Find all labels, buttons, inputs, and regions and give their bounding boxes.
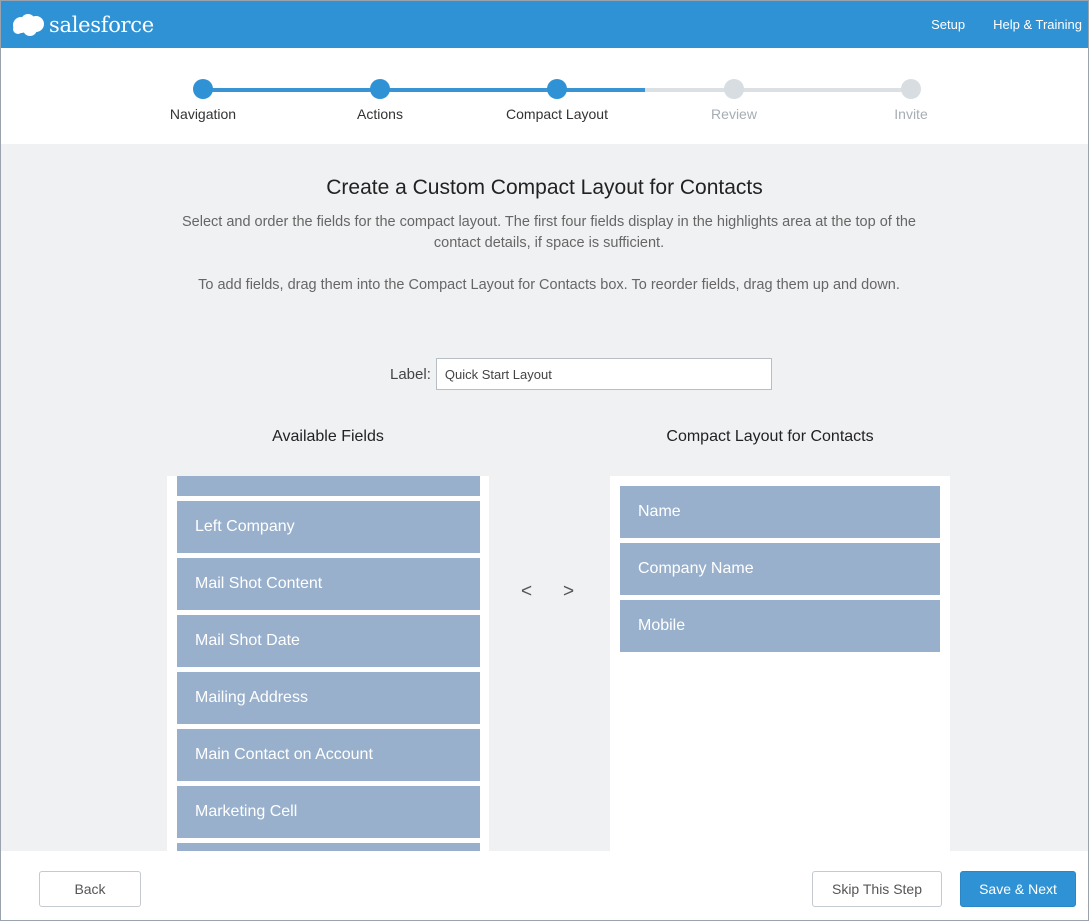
- skip-step-button[interactable]: Skip This Step: [812, 871, 942, 907]
- available-fields-list[interactable]: Left Company Mail Shot Content Mail Shot…: [167, 476, 489, 851]
- step-dot: [901, 79, 921, 99]
- app-frame: salesforce Setup Help & Training Navigat…: [0, 0, 1089, 921]
- setup-link[interactable]: Setup: [931, 17, 965, 32]
- logo-text: salesforce: [49, 13, 154, 37]
- step-actions: Actions: [300, 79, 460, 122]
- step-review: Review: [654, 79, 814, 122]
- instructions-text: To add fields, drag them into the Compac…: [198, 277, 900, 293]
- field-item[interactable]: [177, 476, 480, 496]
- step-label: Invite: [894, 106, 928, 122]
- step-label: Review: [711, 106, 757, 122]
- main-content: Create a Custom Compact Layout for Conta…: [1, 144, 1088, 851]
- compact-layout-list[interactable]: Name Company Name Mobile: [610, 476, 950, 851]
- move-right-button[interactable]: >: [563, 581, 574, 603]
- layout-field-mobile[interactable]: Mobile: [620, 600, 940, 652]
- move-left-button[interactable]: <: [521, 581, 532, 603]
- field-item-mail-shot-date[interactable]: Mail Shot Date: [177, 615, 480, 667]
- back-button[interactable]: Back: [39, 871, 141, 907]
- step-dot: [547, 79, 567, 99]
- available-fields-title: Available Fields: [272, 428, 384, 445]
- step-invite: Invite: [831, 79, 991, 122]
- progress-stepper: Navigation Actions Compact Layout Review…: [1, 48, 1088, 144]
- field-item-mailing-address[interactable]: Mailing Address: [177, 672, 480, 724]
- description-text: Select and order the fields for the comp…: [181, 214, 916, 251]
- step-dot: [370, 79, 390, 99]
- footer-bar: Back Skip This Step Save & Next: [1, 851, 1088, 920]
- label-caption: Label:: [390, 365, 431, 383]
- layout-label-input[interactable]: [435, 358, 772, 390]
- cloud-icon: [13, 14, 44, 36]
- field-item-marketing-cell[interactable]: Marketing Cell: [177, 786, 480, 838]
- salesforce-logo[interactable]: salesforce: [11, 10, 154, 40]
- field-item-main-contact-on-account[interactable]: Main Contact on Account: [177, 729, 480, 781]
- label-row: Label:: [390, 358, 772, 390]
- top-bar: salesforce Setup Help & Training: [1, 1, 1088, 48]
- step-compact-layout: Compact Layout: [477, 79, 637, 122]
- field-item-mail-shot-content[interactable]: Mail Shot Content: [177, 558, 480, 610]
- top-links: Setup Help & Training: [903, 1, 1082, 48]
- layout-field-company-name[interactable]: Company Name: [620, 543, 940, 595]
- save-next-button[interactable]: Save & Next: [960, 871, 1076, 907]
- field-item-left-company[interactable]: Left Company: [177, 501, 480, 553]
- compact-layout-title: Compact Layout for Contacts: [666, 428, 874, 445]
- layout-field-name[interactable]: Name: [620, 486, 940, 538]
- field-item[interactable]: [177, 843, 480, 851]
- help-training-link[interactable]: Help & Training: [993, 17, 1082, 32]
- step-label: Compact Layout: [506, 106, 608, 122]
- step-label: Navigation: [169, 106, 237, 122]
- step-dot: [193, 79, 213, 99]
- step-label: Actions: [357, 106, 403, 122]
- step-dot: [724, 79, 744, 99]
- step-navigation: Navigation: [123, 79, 283, 122]
- page-title: Create a Custom Compact Layout for Conta…: [326, 176, 763, 199]
